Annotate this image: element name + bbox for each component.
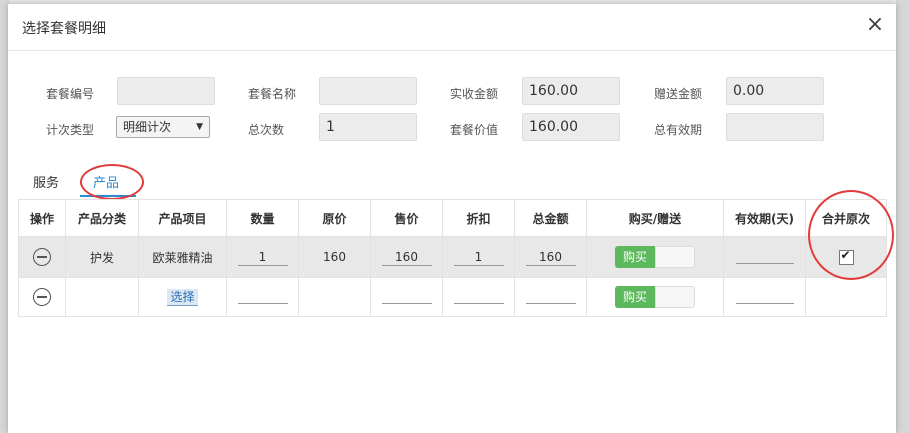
buy-gift-cell: 购买 — [586, 277, 724, 317]
sale-price-input[interactable] — [381, 287, 432, 304]
total-validity-label: 总有效期 — [654, 123, 703, 137]
total-input[interactable] — [525, 287, 576, 304]
minus-circle-icon[interactable] — [33, 248, 51, 266]
validity-input[interactable] — [735, 287, 794, 304]
table-row: 护发 欧莱雅精油 1 160 160 1 160 购买 ✔ — [18, 236, 887, 278]
merge-cell — [805, 277, 887, 317]
header-category: 产品分类 — [65, 199, 139, 237]
toggle-label: 购买 — [615, 246, 655, 268]
caret-down-icon: ▼ — [196, 122, 203, 132]
validity-cell — [723, 277, 806, 317]
background-right — [896, 0, 910, 433]
total-validity-field — [726, 113, 824, 141]
gift-amount-label: 赠送金额 — [654, 87, 703, 101]
package-name-label: 套餐名称 — [248, 87, 297, 101]
dialog-title: 选择套餐明细 — [22, 21, 106, 37]
discount-cell: 1 — [442, 236, 515, 278]
buy-gift-toggle[interactable]: 购买 — [615, 246, 695, 268]
dialog-header: 选择套餐明细 × — [8, 4, 896, 51]
sale-price-cell — [370, 277, 443, 317]
quantity-cell: 1 — [226, 236, 299, 278]
header-quantity: 数量 — [226, 199, 299, 237]
item-cell: 选择 — [138, 277, 227, 317]
package-value-field: 160.00 — [522, 113, 620, 141]
toggle-knob — [655, 246, 695, 268]
header-total: 总金额 — [514, 199, 587, 237]
buy-gift-toggle[interactable]: 购买 — [615, 286, 695, 308]
package-name-field — [319, 77, 417, 105]
product-table: 操作 产品分类 产品项目 数量 原价 售价 折扣 总金额 购买/赠送 有效期(天… — [18, 199, 887, 317]
total-count-field: 1 — [319, 113, 417, 141]
operation-cell — [18, 236, 66, 278]
header-buy-gift: 购买/赠送 — [586, 199, 724, 237]
actual-amount-label: 实收金额 — [450, 87, 499, 101]
validity-cell — [723, 236, 806, 278]
close-icon[interactable]: × — [864, 14, 886, 36]
package-no-field — [117, 77, 215, 105]
table-row: 选择 购买 — [18, 277, 887, 317]
buy-gift-cell: 购买 — [586, 236, 724, 278]
discount-input[interactable] — [453, 287, 504, 304]
annotation-circle-tab — [80, 164, 144, 200]
quantity-input[interactable]: 1 — [237, 249, 288, 266]
table-header-row: 操作 产品分类 产品项目 数量 原价 售价 折扣 总金额 购买/赠送 有效期(天… — [18, 199, 887, 237]
header-sale-price: 售价 — [370, 199, 443, 237]
actual-amount-field: 160.00 — [522, 77, 620, 105]
category-cell: 护发 — [65, 236, 139, 278]
quantity-cell — [226, 277, 299, 317]
count-type-label: 计次类型 — [46, 123, 95, 137]
annotation-circle-merge — [808, 190, 894, 280]
discount-cell — [442, 277, 515, 317]
total-input[interactable]: 160 — [525, 249, 576, 266]
package-no-label: 套餐编号 — [46, 87, 95, 101]
item-cell: 欧莱雅精油 — [138, 236, 227, 278]
sale-price-input[interactable]: 160 — [381, 249, 432, 266]
original-price-cell: 160 — [298, 236, 371, 278]
total-cell — [514, 277, 587, 317]
count-type-value: 明细计次 — [123, 120, 172, 134]
package-value-label: 套餐价值 — [450, 123, 499, 137]
header-item: 产品项目 — [138, 199, 227, 237]
category-cell — [65, 277, 139, 317]
total-count-label: 总次数 — [248, 123, 285, 137]
operation-cell — [18, 277, 66, 317]
select-product-link[interactable]: 选择 — [167, 288, 198, 306]
quantity-input[interactable] — [237, 287, 288, 304]
total-cell: 160 — [514, 236, 587, 278]
minus-circle-icon[interactable] — [33, 288, 51, 306]
gift-amount-field: 0.00 — [726, 77, 824, 105]
original-price-cell — [298, 277, 371, 317]
header-discount: 折扣 — [442, 199, 515, 237]
discount-input[interactable]: 1 — [453, 249, 504, 266]
package-detail-dialog: 选择套餐明细 × 套餐编号 套餐名称 实收金额 160.00 赠送金额 0.00… — [8, 4, 896, 433]
toggle-label: 购买 — [615, 286, 655, 308]
sale-price-cell: 160 — [370, 236, 443, 278]
header-validity: 有效期(天) — [723, 199, 806, 237]
count-type-select[interactable]: 明细计次 ▼ — [116, 116, 210, 138]
validity-input[interactable] — [735, 247, 794, 264]
header-original-price: 原价 — [298, 199, 371, 237]
toggle-knob — [655, 286, 695, 308]
tab-service[interactable]: 服务 — [33, 172, 59, 191]
header-operation: 操作 — [18, 199, 66, 237]
